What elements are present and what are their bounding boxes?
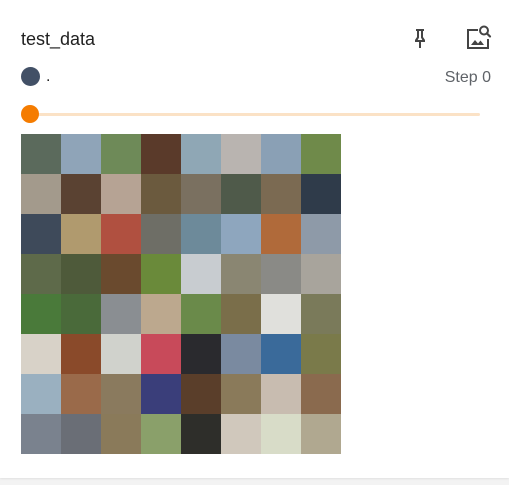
image-tile [261,214,301,254]
run-name: . [46,68,51,85]
image-tile [101,174,141,214]
image-tile [181,374,221,414]
image-tile [181,294,221,334]
image-tile [101,294,141,334]
image-tile [181,334,221,374]
image-tile [21,134,61,174]
run-color-dot [21,67,40,86]
image-search-icon [467,25,492,49]
image-tile [261,174,301,214]
image-tile [141,294,181,334]
image-tile [61,374,101,414]
image-tile [21,374,61,414]
image-tile [141,174,181,214]
step-slider[interactable] [21,104,480,124]
image-tile [61,294,101,334]
view-image-button[interactable] [461,21,495,55]
image-tile [301,334,341,374]
image-tile [181,214,221,254]
slider-track [30,113,480,116]
image-tile [301,134,341,174]
image-tile [101,254,141,294]
step-label: Step 0 [444,69,491,86]
image-tile [221,334,261,374]
image-tile [221,414,261,454]
image-tile [21,254,61,294]
image-tile [141,254,181,294]
image-tile [221,174,261,214]
image-tile [141,334,181,374]
image-tile [261,134,301,174]
image-tile [101,134,141,174]
pin-button[interactable] [403,21,437,55]
image-tile [181,134,221,174]
image-tile [21,414,61,454]
image-tile [301,254,341,294]
image-tile [221,294,261,334]
image-tile [21,174,61,214]
image-tile [141,134,181,174]
image-card: test_data . Step 0 [0,0,509,478]
image-tile [21,334,61,374]
image-tile [261,374,301,414]
image-tile [101,414,141,454]
image-tile [61,334,101,374]
image-tile [61,174,101,214]
image-tile [141,414,181,454]
image-tile [221,134,261,174]
image-tile [221,214,261,254]
image-tile [261,334,301,374]
card-title: test_data [21,29,96,49]
image-tile [301,374,341,414]
image-tile [61,134,101,174]
image-tile [101,334,141,374]
image-sample-grid[interactable] [21,134,341,454]
slider-thumb[interactable] [21,105,39,123]
image-tile [61,414,101,454]
image-tile [301,414,341,454]
image-tile [221,254,261,294]
image-tile [181,414,221,454]
pin-icon [415,29,425,48]
image-tile [181,174,221,214]
image-tile [221,374,261,414]
image-tile [61,214,101,254]
image-tile [101,374,141,414]
image-tile [181,254,221,294]
image-tile [301,294,341,334]
image-tile [61,254,101,294]
image-tile [261,254,301,294]
image-tile [261,414,301,454]
image-tile [301,214,341,254]
image-tile [141,214,181,254]
image-tile [261,294,301,334]
image-tile [21,294,61,334]
image-tile [21,214,61,254]
image-tile [301,174,341,214]
image-tile [141,374,181,414]
image-tile [101,214,141,254]
